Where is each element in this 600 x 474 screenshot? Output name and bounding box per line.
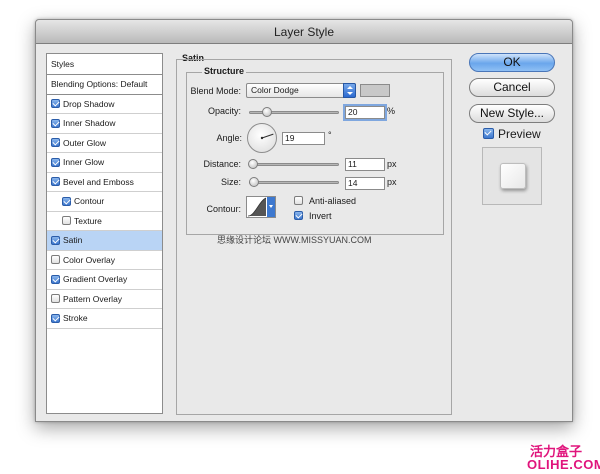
blend-mode-select[interactable]: Color Dodge [246, 83, 356, 98]
style-item-label: Drop Shadow [63, 98, 115, 109]
styles-list-header[interactable]: Styles [47, 54, 162, 75]
size-slider[interactable] [249, 181, 339, 184]
contour-label: Contour: [206, 204, 241, 214]
structure-section-title: Structure [202, 66, 247, 76]
preview-checkbox[interactable] [483, 128, 494, 139]
size-slider-thumb[interactable] [249, 177, 260, 187]
angle-dial[interactable] [247, 123, 277, 153]
brand-logo-en: OLIHE.COM [527, 457, 600, 472]
styles-list-item[interactable]: Inner Shadow [47, 114, 162, 134]
size-label: Size: [220, 177, 241, 187]
styles-list-item[interactable]: Bevel and Emboss [47, 173, 162, 192]
styles-list: Styles Blending Options: Default Drop Sha… [46, 53, 163, 414]
style-checkbox[interactable] [51, 235, 60, 245]
styles-list-item[interactable]: Blending Options: Default [47, 75, 162, 95]
invert-label: Invert [309, 211, 332, 221]
style-item-label: Pattern Overlay [63, 293, 123, 304]
style-checkbox[interactable] [62, 216, 71, 226]
style-checkbox[interactable] [51, 99, 60, 109]
distance-label: Distance: [203, 159, 241, 169]
satin-color-swatch[interactable] [360, 84, 390, 97]
style-item-label: Color Overlay [63, 254, 115, 265]
style-checkbox[interactable] [51, 118, 60, 128]
style-item-label: Inner Glow [63, 157, 105, 168]
styles-list-item[interactable]: Inner Glow [47, 153, 162, 173]
styles-list-item[interactable]: Gradient Overlay [47, 270, 162, 290]
style-checkbox[interactable] [62, 196, 71, 206]
angle-unit: ° [328, 130, 332, 140]
anti-aliased-checkbox[interactable] [294, 196, 303, 205]
style-checkbox[interactable] [51, 313, 60, 323]
styles-list-item[interactable]: Pattern Overlay [47, 290, 162, 309]
contour-picker[interactable] [246, 196, 276, 218]
style-checkbox[interactable] [51, 138, 60, 148]
styles-list-item[interactable]: Drop Shadow [47, 95, 162, 114]
preview-label: Preview [498, 127, 541, 141]
style-item-label: Contour [74, 196, 105, 207]
styles-list-item[interactable]: Satin [47, 231, 162, 251]
angle-input[interactable]: 19 [282, 132, 325, 145]
preview-thumbnail [482, 147, 542, 205]
anti-aliased-label: Anti-aliased [309, 196, 357, 206]
distance-slider[interactable] [249, 163, 339, 166]
style-checkbox[interactable] [51, 294, 60, 304]
styles-list-item[interactable]: Contour [47, 192, 162, 212]
style-item-label: Outer Glow [63, 137, 106, 148]
blend-mode-label: Blend Mode: [190, 86, 241, 96]
size-input[interactable]: 14 [345, 177, 385, 190]
distance-slider-thumb[interactable] [248, 159, 259, 169]
style-item-label: Bevel and Emboss [63, 176, 134, 187]
watermark-text: 思缘设计论坛 WWW.MISSYUAN.COM [217, 235, 372, 245]
style-item-label: Texture [74, 215, 102, 226]
style-item-label: Satin [63, 235, 83, 246]
style-checkbox[interactable] [51, 157, 60, 167]
opacity-label: Opacity: [207, 106, 241, 116]
opacity-slider-thumb[interactable] [262, 107, 272, 117]
styles-list-item[interactable]: Outer Glow [47, 134, 162, 153]
new-style-button[interactable]: New Style... [469, 104, 555, 123]
styles-list-item[interactable]: Color Overlay [47, 251, 162, 270]
size-unit: px [387, 177, 397, 187]
opacity-unit: % [387, 106, 396, 116]
ok-button[interactable]: OK [469, 53, 555, 72]
angle-label: Angle: [216, 133, 242, 143]
style-checkbox[interactable] [51, 177, 60, 187]
layer-style-dialog: Layer Style Styles Blending Options: Def… [35, 19, 573, 422]
style-item-label: Inner Shadow [63, 118, 116, 129]
style-checkbox[interactable] [51, 255, 60, 265]
distance-input[interactable]: 11 [345, 158, 385, 171]
style-item-label: Blending Options: Default [51, 79, 148, 90]
preview-swatch [500, 163, 526, 189]
style-item-label: Stroke [63, 313, 88, 324]
cancel-button[interactable]: Cancel [469, 78, 555, 97]
invert-checkbox[interactable] [294, 211, 303, 220]
opacity-input[interactable]: 20 [345, 106, 385, 119]
style-item-label: Gradient Overlay [63, 274, 128, 285]
style-checkbox[interactable] [51, 274, 60, 284]
styles-list-item[interactable]: Stroke [47, 309, 162, 329]
distance-unit: px [387, 159, 397, 169]
dialog-title: Layer Style [36, 20, 572, 44]
blend-mode-value: Color Dodge [251, 85, 299, 95]
styles-list-item[interactable]: Texture [47, 212, 162, 231]
select-arrows-icon [343, 83, 356, 98]
